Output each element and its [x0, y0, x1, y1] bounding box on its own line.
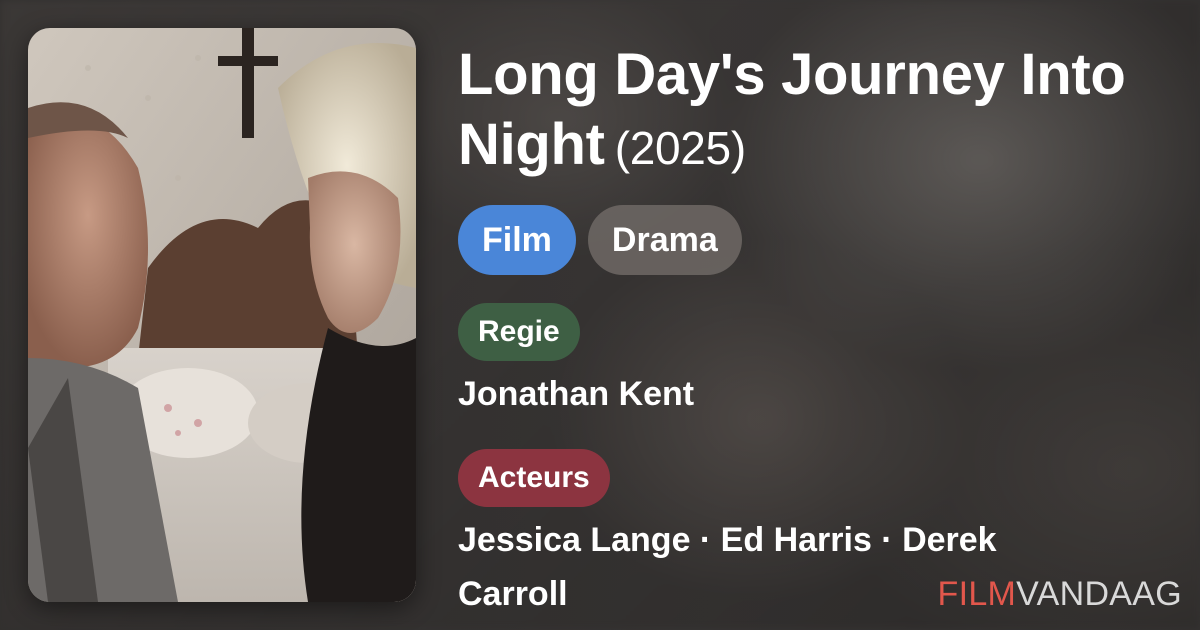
chip-row: Film Drama [458, 205, 1178, 275]
brand-logo-part-vandaag: VANDAAG [1016, 575, 1182, 613]
director-names[interactable]: Jonathan Kent [458, 367, 1098, 421]
movie-year: (2025) [614, 122, 746, 174]
brand-logo-part-film: FILM [937, 575, 1017, 613]
movie-info: Long Day's Journey Into Night (2025) Film… [458, 40, 1178, 621]
movie-still-image [28, 28, 416, 602]
type-chip[interactable]: Film [458, 205, 576, 275]
genre-chip[interactable]: Drama [587, 205, 742, 275]
director-section: Regie Jonathan Kent [458, 275, 1178, 421]
brand-logo[interactable]: FILMVANDAAG [938, 575, 1183, 614]
director-label: Regie [458, 303, 580, 361]
movie-poster-image [28, 28, 416, 602]
movie-title-row: Long Day's Journey Into Night (2025) [458, 40, 1178, 183]
share-card: Long Day's Journey Into Night (2025) Film… [0, 0, 1200, 630]
cast-label: Acteurs [458, 449, 610, 507]
movie-title: Long Day's Journey Into Night [458, 42, 1126, 177]
